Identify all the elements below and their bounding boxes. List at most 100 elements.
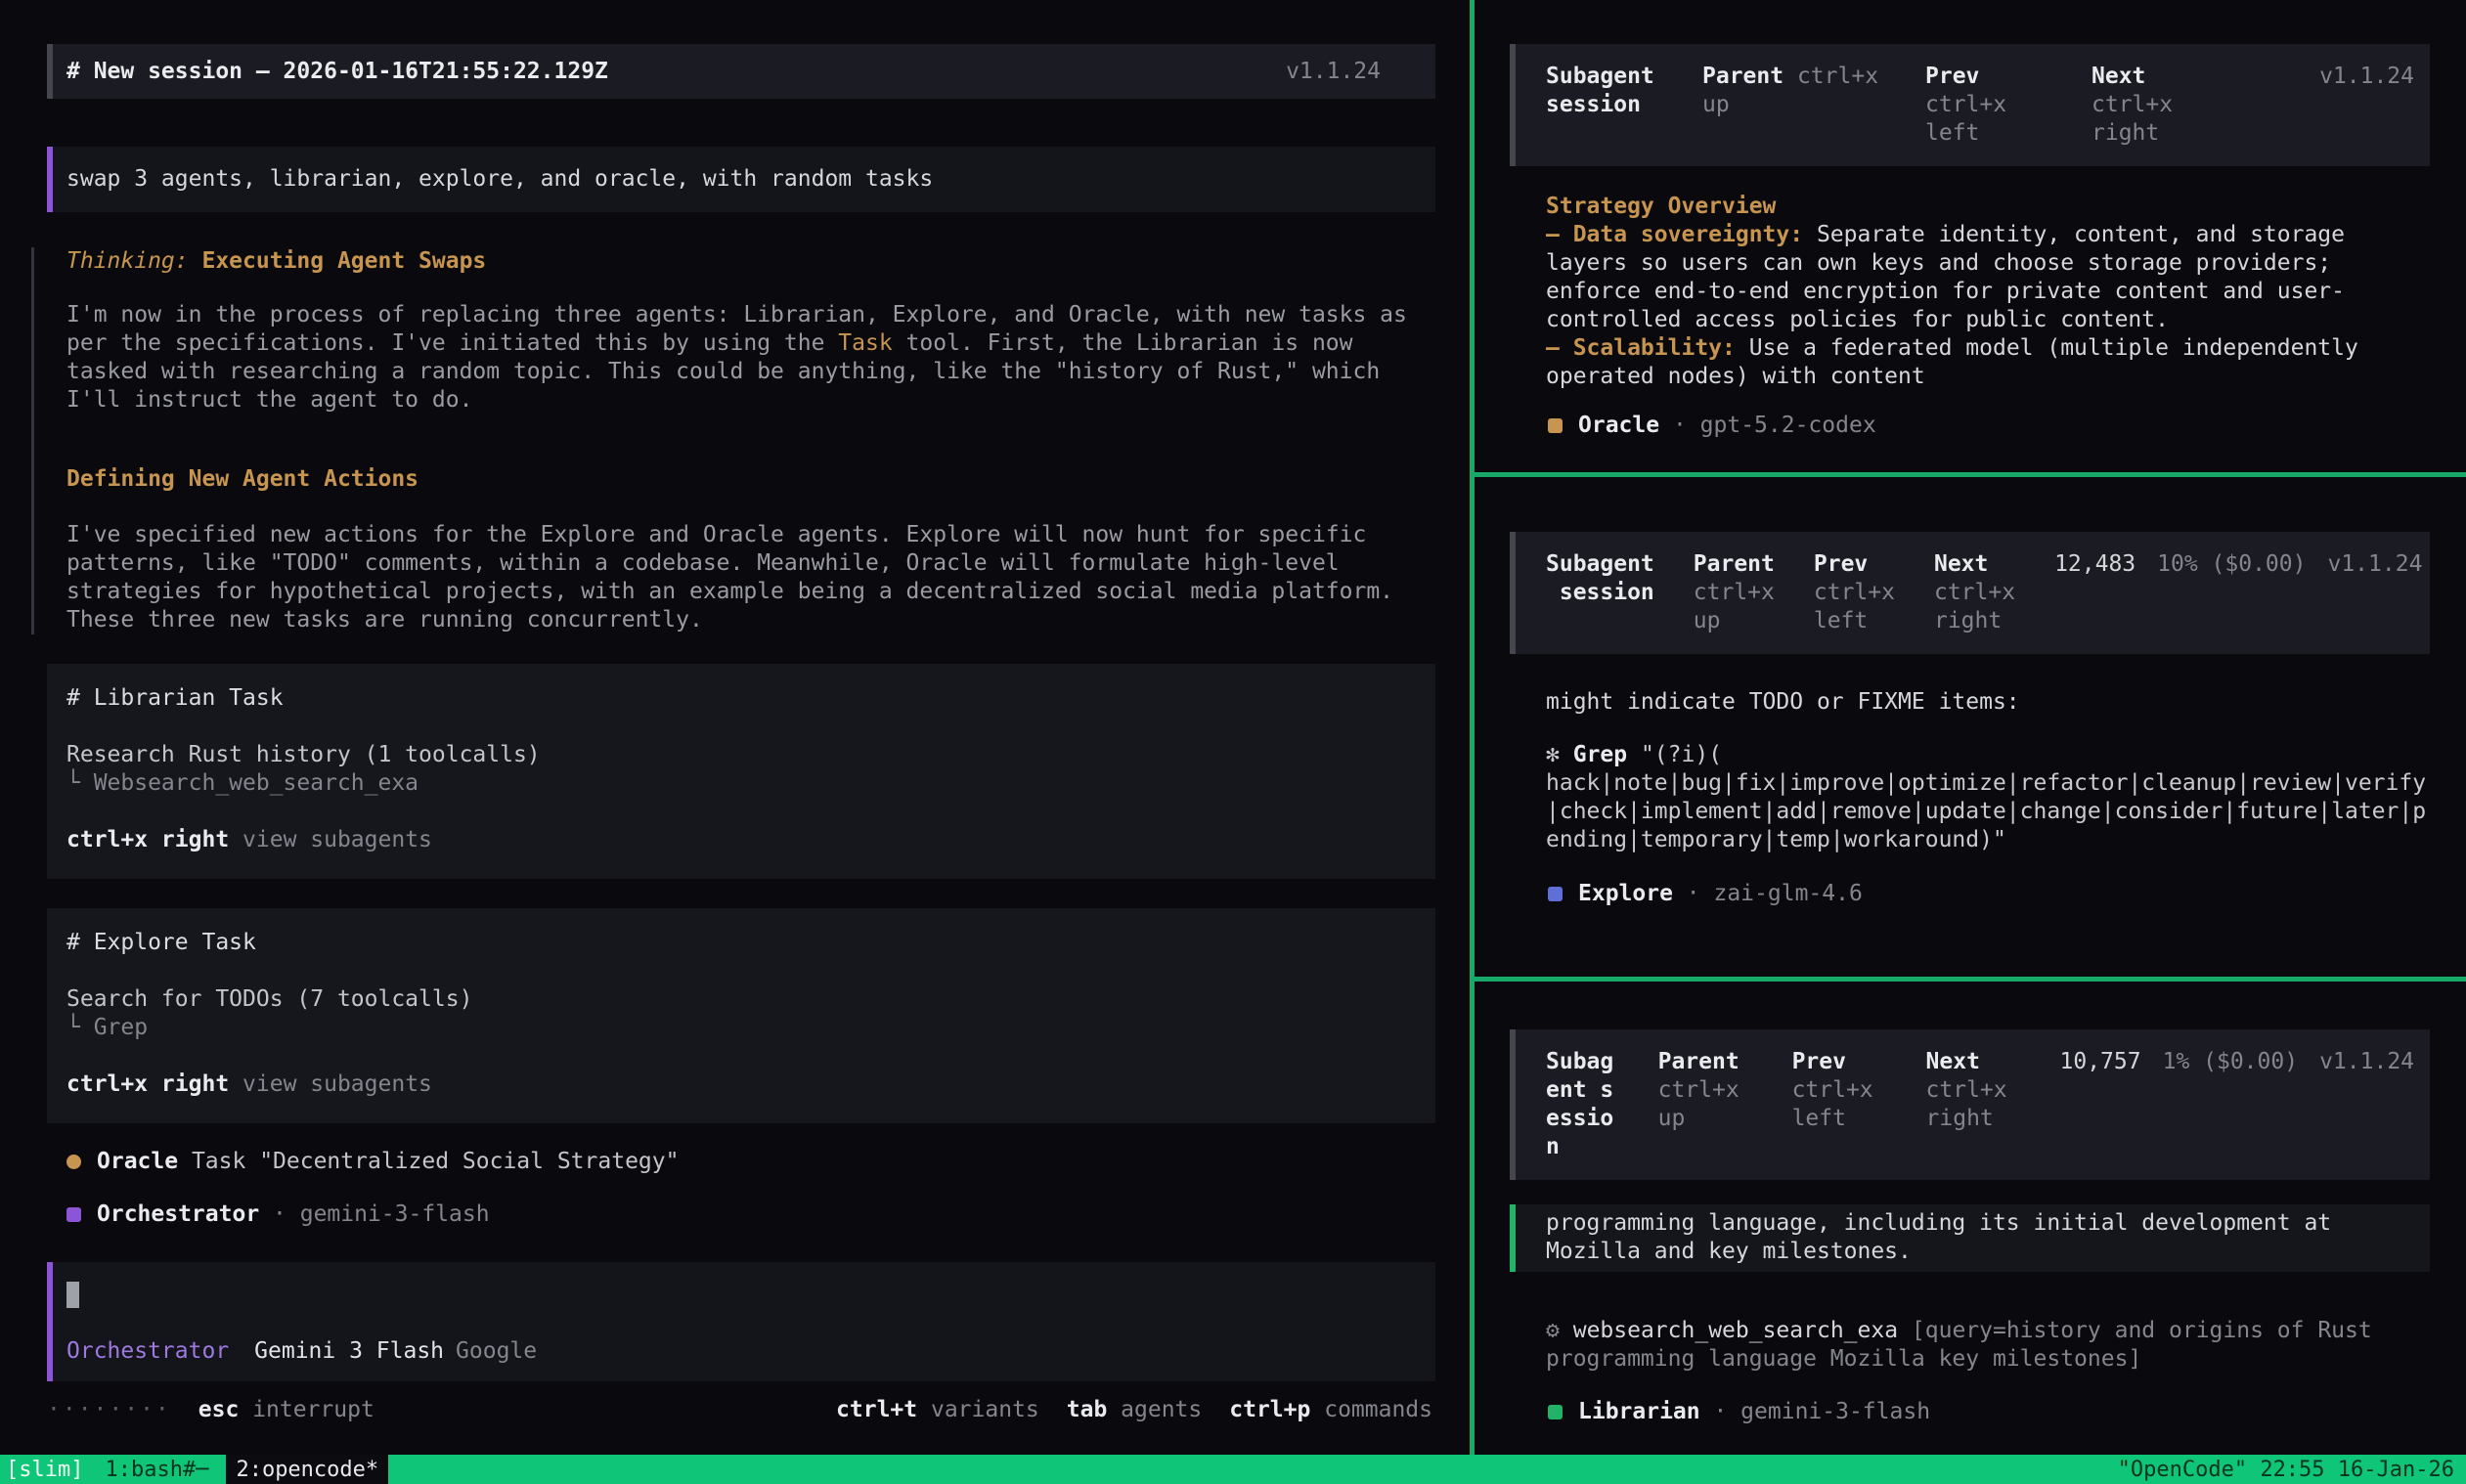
parent-nav-hint: Parent ctrl+x up xyxy=(1694,550,1775,635)
librarian-result-quote: programming language, including its init… xyxy=(1510,1204,2430,1272)
websearch-toolcall: ⚙ websearch_web_search_exa [query=histor… xyxy=(1546,1317,2430,1374)
user-message: swap 3 agents, librarian, explore, and o… xyxy=(47,147,1435,212)
session-footer: ········ esc interrupt ctrl+t variants t… xyxy=(47,1396,1432,1424)
librarian-subagent-pane: Subagent session Parent ctrl+x up Prev c… xyxy=(1475,982,2466,1455)
session-title: # New session — 2026-01-16T21:55:22.129Z xyxy=(66,58,608,86)
orchestrator-agent-icon xyxy=(66,1207,81,1222)
model-info-line: Orchestrator Gemini 3 Flash Google xyxy=(66,1337,537,1366)
explore-agent-text: Explore · zai-glm-4.6 xyxy=(1578,880,1863,908)
usage-percent: 10% ($0.00) xyxy=(2157,550,2306,579)
subagent-header: Subagent session Parent ctrl+x up Prev c… xyxy=(1510,532,2430,654)
keybind-hints: ctrl+t variants tab agents ctrl+p comman… xyxy=(836,1396,1432,1424)
user-message-text: swap 3 agents, librarian, explore, and o… xyxy=(66,165,933,194)
tool-name: websearch_web_search_exa xyxy=(1573,1318,1898,1343)
task-card-hint: ctrl+x right view subagents xyxy=(66,826,1416,854)
version-label: v1.1.24 xyxy=(2327,550,2422,579)
interrupt-hint: esc interrupt xyxy=(198,1396,374,1424)
token-count: 12,483 xyxy=(2054,550,2136,579)
header-stats: 12,483 10% ($0.00) v1.1.24 xyxy=(2054,550,2422,579)
explore-task-card[interactable]: # Explore Task Search for TODOs (7 toolc… xyxy=(47,908,1435,1123)
grep-toolcall: ✻ Grep "(?i)( hack|note|bug|fix|improve|… xyxy=(1546,741,2430,854)
tmux-session-name: [slim] xyxy=(6,1456,83,1484)
librarian-task-card[interactable]: # Librarian Task Research Rust history (… xyxy=(47,664,1435,879)
subagent-header: Subagent session Parent ctrl+x up Prev c… xyxy=(1510,44,2430,166)
librarian-agent-text: Librarian · gemini-3-flash xyxy=(1578,1398,1930,1426)
thinking-paragraph-1: I'm now in the process of replacing thre… xyxy=(66,301,1435,415)
model-provider-label: Google xyxy=(456,1338,537,1364)
tmux-status-bar: [slim] 1:bash#─ 2:opencode* "OpenCode" 2… xyxy=(0,1455,2466,1484)
variants-hint: ctrl+t variants xyxy=(836,1396,1039,1424)
oracle-subagent-pane: Subagent session Parent ctrl+x up Prev c… xyxy=(1475,0,2466,472)
active-agent-label: Orchestrator xyxy=(66,1338,229,1364)
task-card-title: # Explore Task xyxy=(66,929,1416,957)
task-card-title: # Librarian Task xyxy=(66,684,1416,713)
usage-percent: 1% ($0.00) xyxy=(2163,1048,2298,1076)
version-label: v1.1.24 xyxy=(2319,63,2414,91)
header-stats: v1.1.24 xyxy=(2319,63,2414,91)
progress-dots: ········ xyxy=(47,1396,171,1424)
tmux-clock: "OpenCode" 22:55 16-Jan-26 xyxy=(2118,1456,2454,1484)
agents-hint: tab agents xyxy=(1067,1396,1203,1424)
tmux-window-bash[interactable]: 1:bash#─ xyxy=(105,1456,208,1484)
task-tool-highlight: Task xyxy=(838,330,892,356)
spacer xyxy=(66,798,1416,826)
version-label: v1.1.24 xyxy=(1286,58,1381,86)
oracle-task-text: Oracle Task "Decentralized Social Strate… xyxy=(97,1148,679,1176)
prompt-input[interactable]: Orchestrator Gemini 3 Flash Google xyxy=(47,1262,1435,1381)
text-cursor xyxy=(66,1282,79,1308)
thinking-heading: Thinking: Executing Agent Swaps xyxy=(66,247,1435,276)
assistant-thinking-block: Thinking: Executing Agent Swaps I'm now … xyxy=(31,247,1435,634)
subagent-header-title: Subagent session xyxy=(1546,550,1654,607)
next-nav-hint: Next ctrl+x right xyxy=(1926,1048,2021,1133)
oracle-agent-text: Oracle · gpt-5.2-codex xyxy=(1578,412,1876,440)
explore-output-line: might indicate TODO or FIXME items: xyxy=(1546,688,2430,717)
gear-tool-icon: ⚙ xyxy=(1546,1318,1560,1343)
orchestrator-line: Orchestrator · gemini-3-flash xyxy=(66,1200,1435,1229)
parent-nav-hint: Parent ctrl+x up xyxy=(1658,1048,1753,1133)
thinking-paragraph-2: I've specified new actions for the Explo… xyxy=(66,521,1435,634)
oracle-agent-line: Oracle · gpt-5.2-codex xyxy=(1548,412,2430,440)
task-card-summary: Search for TODOs (7 toolcalls) xyxy=(66,985,1416,1014)
subagent-header: Subagent session Parent ctrl+x up Prev c… xyxy=(1510,1029,2430,1180)
oracle-agent-icon xyxy=(1548,418,1563,433)
task-card-summary: Research Rust history (1 toolcalls) xyxy=(66,741,1416,769)
task-card-toolcall: └ Grep xyxy=(66,1014,1416,1042)
version-label: v1.1.24 xyxy=(2319,1048,2414,1076)
librarian-agent-line: Librarian · gemini-3-flash xyxy=(1548,1398,2430,1426)
tmux-window-opencode-active[interactable]: 2:opencode* xyxy=(226,1455,388,1484)
librarian-agent-icon xyxy=(1548,1405,1563,1419)
asterisk-tool-icon: ✻ xyxy=(1546,742,1560,767)
thinking-label: Thinking: xyxy=(66,248,189,274)
subagent-column: Subagent session Parent ctrl+x up Prev c… xyxy=(1475,0,2466,1455)
oracle-task-icon xyxy=(66,1155,81,1169)
terminal-screen: # New session — 2026-01-16T21:55:22.129Z… xyxy=(0,0,2466,1484)
thinking-title: Executing Agent Swaps xyxy=(201,248,486,274)
prev-nav-hint: Prev ctrl+x left xyxy=(1814,550,1895,635)
task-card-toolcall: └ Websearch_web_search_exa xyxy=(66,769,1416,798)
explore-agent-line: Explore · zai-glm-4.6 xyxy=(1548,880,2430,908)
prev-nav-hint: Prev ctrl+x left xyxy=(1792,1048,1887,1133)
strategy-heading: Strategy Overview xyxy=(1546,193,2430,221)
main-session-pane: # New session — 2026-01-16T21:55:22.129Z… xyxy=(0,0,1470,1455)
next-nav-hint: Next ctrl+x right xyxy=(1934,550,2015,635)
next-nav-hint: Next ctrl+x right xyxy=(2092,63,2219,148)
spacer xyxy=(66,1042,1416,1070)
orchestrator-text: Orchestrator · gemini-3-flash xyxy=(97,1200,490,1229)
subagent-header-title: Subagent session xyxy=(1546,1048,1619,1161)
subagent-header-title: Subagent session xyxy=(1546,63,1663,119)
explore-subagent-pane: Subagent session Parent ctrl+x up Prev c… xyxy=(1475,477,2466,977)
explore-agent-icon xyxy=(1548,887,1563,901)
tool-args: "(?i)( hack|note|bug|fix|improve|optimiz… xyxy=(1546,742,2426,852)
task-card-hint: ctrl+x right view subagents xyxy=(66,1070,1416,1099)
thinking-subheading: Defining New Agent Actions xyxy=(66,465,1435,494)
token-count: 10,757 xyxy=(2060,1048,2141,1076)
strategy-text: — Data sovereignty: Separate identity, c… xyxy=(1546,221,2430,391)
active-model-label: Gemini 3 Flash xyxy=(254,1338,444,1364)
parent-nav-hint: Parent ctrl+x up xyxy=(1702,63,1886,119)
session-header: # New session — 2026-01-16T21:55:22.129Z… xyxy=(47,44,1435,99)
prev-nav-hint: Prev ctrl+x left xyxy=(1925,63,2052,148)
oracle-task-line: Oracle Task "Decentralized Social Strate… xyxy=(66,1148,1435,1176)
spacer xyxy=(66,957,1416,985)
commands-hint: ctrl+p commands xyxy=(1229,1396,1432,1424)
header-stats: 10,757 1% ($0.00) v1.1.24 xyxy=(2060,1048,2415,1076)
